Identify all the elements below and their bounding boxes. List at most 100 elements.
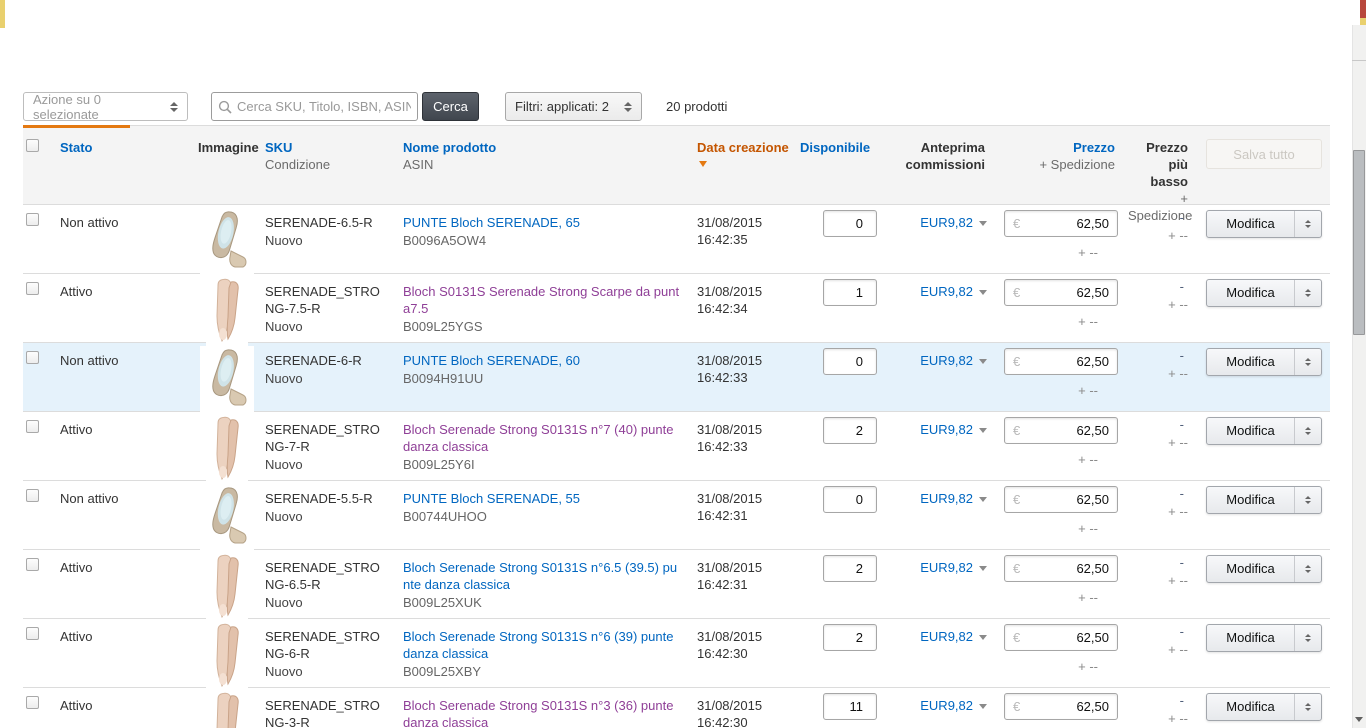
edit-button[interactable]: Modifica bbox=[1207, 487, 1294, 513]
product-image bbox=[206, 553, 248, 623]
fee-dropdown-icon[interactable] bbox=[979, 290, 987, 296]
bulk-action-label: Azione su 0 selezionate bbox=[33, 91, 101, 122]
lowest-price-shipping: + -- bbox=[1168, 366, 1188, 381]
fee-preview-link[interactable]: EUR9,82 bbox=[920, 698, 973, 713]
currency-symbol: € bbox=[1013, 492, 1021, 507]
creation-time: 16:42:30 bbox=[697, 646, 748, 661]
quantity-input[interactable] bbox=[823, 555, 877, 582]
lowest-price-shipping: + -- bbox=[1168, 297, 1188, 312]
fee-preview-link[interactable]: EUR9,82 bbox=[920, 491, 973, 506]
price-input[interactable] bbox=[1020, 699, 1117, 714]
table-row: Attivo SERENADE_STRONG-6 bbox=[23, 549, 1330, 623]
creation-date: 31/08/2015 bbox=[697, 284, 763, 299]
price-input[interactable] bbox=[1020, 492, 1117, 507]
quantity-input[interactable] bbox=[823, 624, 877, 651]
header-nome-prodotto[interactable]: Nome prodotto bbox=[403, 140, 496, 155]
filters-select[interactable]: Filtri: applicati: 2 bbox=[505, 92, 642, 121]
fee-preview-link[interactable]: EUR9,82 bbox=[920, 422, 973, 437]
top-left-yellow-accent bbox=[0, 0, 5, 28]
quantity-input[interactable] bbox=[823, 279, 877, 306]
fee-dropdown-icon[interactable] bbox=[979, 359, 987, 365]
price-input[interactable] bbox=[1020, 423, 1117, 438]
header-prezzo[interactable]: Prezzo bbox=[1073, 140, 1115, 155]
row-checkbox[interactable] bbox=[26, 420, 39, 433]
product-link[interactable]: Bloch Serenade Strong S0131S n°6.5 (39.5… bbox=[403, 560, 677, 592]
fee-dropdown-icon[interactable] bbox=[979, 428, 987, 434]
fee-preview-link[interactable]: EUR9,82 bbox=[920, 353, 973, 368]
row-checkbox[interactable] bbox=[26, 282, 39, 295]
header-data-creazione[interactable]: Data creazione bbox=[697, 140, 789, 155]
row-checkbox[interactable] bbox=[26, 558, 39, 571]
scrollbar-down-arrow-icon[interactable] bbox=[1355, 717, 1363, 722]
creation-time: 16:42:33 bbox=[697, 439, 748, 454]
quantity-input[interactable] bbox=[823, 693, 877, 720]
chevron-updown-icon bbox=[1305, 496, 1311, 504]
save-all-button[interactable]: Salva tutto bbox=[1206, 139, 1322, 169]
fee-dropdown-icon[interactable] bbox=[979, 704, 987, 710]
fee-preview-link[interactable]: EUR9,82 bbox=[920, 560, 973, 575]
price-input-group: € bbox=[1004, 348, 1118, 375]
chevron-updown-icon bbox=[1305, 565, 1311, 573]
chevron-updown-icon bbox=[1305, 703, 1311, 711]
price-shipping-text: + -- bbox=[1078, 452, 1098, 467]
row-checkbox[interactable] bbox=[26, 627, 39, 640]
product-link[interactable]: PUNTE Bloch SERENADE, 60 bbox=[403, 353, 580, 368]
fee-preview-link[interactable]: EUR9,82 bbox=[920, 629, 973, 644]
edit-split-button: Modifica bbox=[1206, 279, 1322, 307]
edit-button[interactable]: Modifica bbox=[1207, 349, 1294, 375]
fee-dropdown-icon[interactable] bbox=[979, 566, 987, 572]
creation-time: 16:42:31 bbox=[697, 577, 748, 592]
asin-text: B0094H91UU bbox=[403, 371, 484, 386]
pointe-shoes-pair-image bbox=[216, 416, 239, 481]
price-input[interactable] bbox=[1020, 630, 1117, 645]
header-disponibile[interactable]: Disponibile bbox=[800, 140, 870, 155]
bulk-action-select[interactable]: Azione su 0 selezionate bbox=[23, 91, 188, 122]
edit-dropdown-button[interactable] bbox=[1294, 694, 1321, 720]
product-link[interactable]: Bloch Serenade Strong S0131S n°3 (36) pu… bbox=[403, 698, 673, 728]
edit-dropdown-button[interactable] bbox=[1294, 625, 1321, 651]
product-link[interactable]: Bloch S0131S Serenade Strong Scarpe da p… bbox=[403, 284, 679, 316]
fee-preview-link[interactable]: EUR9,82 bbox=[920, 284, 973, 299]
sort-desc-icon[interactable] bbox=[699, 161, 707, 167]
edit-dropdown-button[interactable] bbox=[1294, 487, 1321, 513]
price-input[interactable] bbox=[1020, 285, 1117, 300]
edit-button[interactable]: Modifica bbox=[1207, 625, 1294, 651]
quantity-input[interactable] bbox=[823, 417, 877, 444]
quantity-input[interactable] bbox=[823, 348, 877, 375]
quantity-input[interactable] bbox=[823, 486, 877, 513]
fee-dropdown-icon[interactable] bbox=[979, 635, 987, 641]
lowest-price-shipping: + -- bbox=[1168, 642, 1188, 657]
vertical-scrollbar[interactable] bbox=[1352, 25, 1366, 728]
asin-text: B009L25YGS bbox=[403, 319, 483, 334]
edit-button[interactable]: Modifica bbox=[1207, 556, 1294, 582]
search-input[interactable] bbox=[237, 99, 411, 114]
edit-button[interactable]: Modifica bbox=[1207, 280, 1294, 306]
row-checkbox[interactable] bbox=[26, 489, 39, 502]
row-checkbox[interactable] bbox=[26, 351, 39, 364]
product-link[interactable]: PUNTE Bloch SERENADE, 55 bbox=[403, 491, 580, 506]
price-input[interactable] bbox=[1020, 354, 1117, 369]
chevron-updown-icon bbox=[170, 101, 178, 112]
header-stato[interactable]: Stato bbox=[60, 140, 93, 155]
fee-dropdown-icon[interactable] bbox=[979, 497, 987, 503]
search-button[interactable]: Cerca bbox=[422, 92, 479, 121]
edit-button[interactable]: Modifica bbox=[1207, 694, 1294, 720]
row-checkbox[interactable] bbox=[26, 696, 39, 709]
product-link[interactable]: Bloch Serenade Strong S0131S n°7 (40) pu… bbox=[403, 422, 673, 454]
lowest-price-dash: - bbox=[1179, 555, 1184, 570]
header-sku[interactable]: SKU bbox=[265, 140, 292, 155]
scrollbar-thumb[interactable] bbox=[1353, 150, 1365, 335]
edit-button[interactable]: Modifica bbox=[1207, 418, 1294, 444]
creation-date: 31/08/2015 bbox=[697, 560, 763, 575]
edit-dropdown-button[interactable] bbox=[1294, 349, 1321, 375]
header-prezzo-spedizione: + Spedizione bbox=[1039, 157, 1115, 172]
lowest-price-dash: - bbox=[1179, 279, 1184, 294]
edit-dropdown-button[interactable] bbox=[1294, 418, 1321, 444]
product-link[interactable]: Bloch Serenade Strong S0131S n°6 (39) pu… bbox=[403, 629, 673, 661]
pointe-shoes-pair-image bbox=[216, 623, 239, 688]
price-input[interactable] bbox=[1020, 561, 1117, 576]
creation-date: 31/08/2015 bbox=[697, 491, 763, 506]
edit-dropdown-button[interactable] bbox=[1294, 280, 1321, 306]
edit-dropdown-button[interactable] bbox=[1294, 556, 1321, 582]
select-all-checkbox[interactable] bbox=[26, 139, 39, 152]
